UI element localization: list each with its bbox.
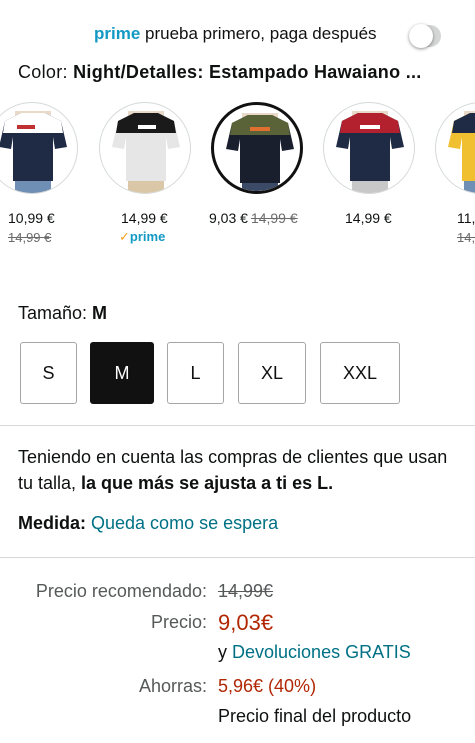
tshirt-thumbnail — [435, 102, 475, 194]
final-price-note: Precio final del producto — [218, 706, 412, 726]
size-value: M — [92, 303, 108, 323]
color-label: Color: — [18, 62, 74, 82]
prime-logo-text: prime — [94, 24, 141, 43]
swatch-prime-label: prime — [129, 229, 166, 244]
size-button-xl[interactable]: XL — [238, 342, 306, 404]
prime-try-text: prime prueba primero, paga después — [94, 24, 377, 44]
prime-try-label: prueba primero, paga después — [140, 24, 377, 43]
measure-value-link[interactable]: Queda como se espera — [91, 513, 278, 533]
price-value: 9,03€ — [218, 610, 274, 635]
price-label: Precio: — [150, 612, 207, 632]
size-button-l[interactable]: L — [167, 342, 224, 404]
color-swatch-carousel[interactable]: 10,99 € 14,99 € 14,99 € ✓prime 9,03 € 14… — [0, 100, 475, 250]
returns-prefix: y — [218, 642, 233, 662]
prime-check-icon: ✓ — [119, 229, 130, 244]
recommended-price-label: Precio recomendado: — [35, 581, 207, 601]
savings-value: 5,96€ (40%) — [218, 676, 317, 696]
swatch-old-price: 14, — [457, 230, 475, 245]
swatch-price: 14,99 € — [345, 210, 392, 226]
tshirt-image — [336, 111, 404, 193]
swatch-price: 11, — [457, 210, 475, 226]
fit-recommendation: la que más se ajusta a ti es L. — [81, 473, 334, 493]
tshirt-thumbnail — [211, 102, 303, 194]
recommended-price-value: 14,99€ — [218, 581, 274, 601]
color-value: Night/Detalles: Estampado Hawaiano ... — [73, 62, 422, 82]
swatch-prime-badge: ✓prime — [119, 229, 165, 245]
swatch-price: 9,03 € — [209, 210, 248, 226]
toggle-knob — [409, 24, 433, 48]
prime-try-toggle[interactable] — [409, 24, 441, 48]
tshirt-image — [226, 113, 294, 191]
section-divider — [0, 425, 475, 426]
measure-label: Medida: — [18, 513, 92, 533]
size-selection-label: Tamaño: M — [18, 303, 107, 324]
swatch-price: 10,99 € — [8, 210, 55, 226]
size-label: Tamaño: — [18, 303, 93, 323]
tshirt-thumbnail — [99, 102, 191, 194]
tshirt-image — [448, 111, 475, 193]
size-button-m[interactable]: M — [90, 342, 154, 404]
swatch-old-price: 14,99 € — [250, 210, 298, 226]
tshirt-thumbnail — [0, 102, 78, 194]
size-button-xxl[interactable]: XXL — [320, 342, 400, 404]
fit-measure: Medida: Queda como se espera — [18, 513, 278, 534]
swatch-old-price: 14,99 € — [8, 230, 52, 245]
size-recommendation-text: Teniendo en cuenta las compras de client… — [18, 444, 463, 496]
tshirt-thumbnail — [323, 102, 415, 194]
prime-try-before-buy-bar: prime prueba primero, paga después — [0, 22, 475, 50]
section-divider — [0, 557, 475, 558]
free-returns-link[interactable]: Devoluciones GRATIS — [232, 642, 411, 662]
swatch-price-line: 9,03 €14,99 € — [209, 210, 298, 226]
returns-line: y Devoluciones GRATIS — [218, 642, 411, 663]
tshirt-image — [112, 111, 180, 193]
swatch-price: 14,99 € — [121, 210, 168, 226]
savings-label: Ahorras: — [138, 676, 207, 696]
tshirt-image — [0, 111, 67, 193]
size-button-s[interactable]: S — [20, 342, 77, 404]
color-selection-label: Color: Night/Detalles: Estampado Hawaian… — [18, 62, 475, 83]
